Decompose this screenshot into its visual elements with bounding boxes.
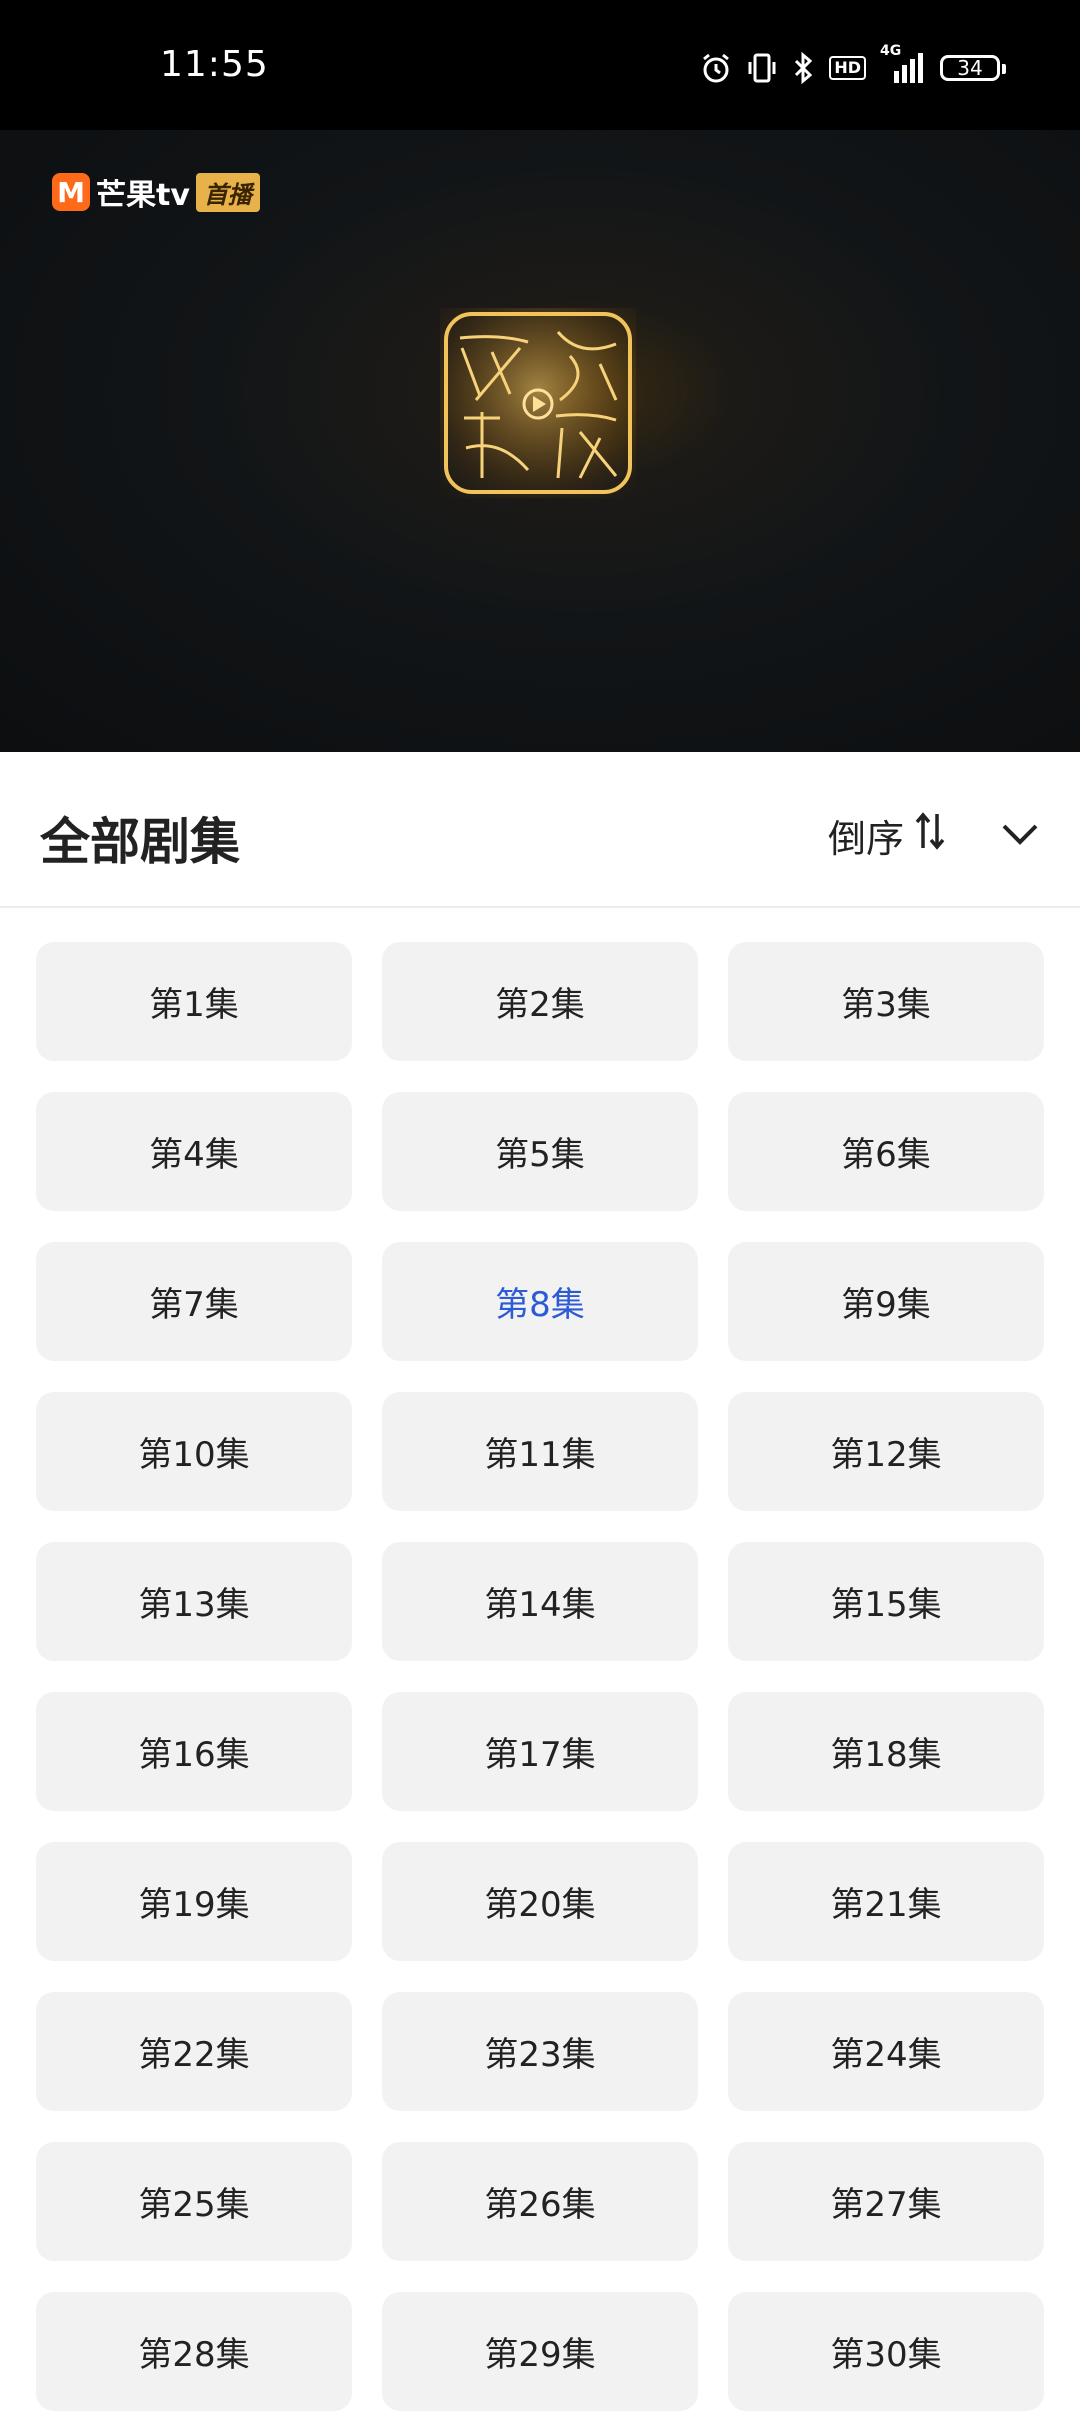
episode-button-active[interactable]: 第8集 (382, 1242, 698, 1361)
status-bar: 11:55 HD 4G 34 (0, 0, 1080, 130)
episode-button[interactable]: 第3集 (728, 942, 1044, 1061)
episode-button[interactable]: 第23集 (382, 1992, 698, 2111)
episode-button[interactable]: 第16集 (36, 1692, 352, 1811)
episode-button[interactable]: 第21集 (728, 1842, 1044, 1961)
episode-button[interactable]: 第9集 (728, 1242, 1044, 1361)
episode-button[interactable]: 第7集 (36, 1242, 352, 1361)
episode-button[interactable]: 第12集 (728, 1392, 1044, 1511)
episode-button[interactable]: 第30集 (728, 2292, 1044, 2411)
battery-icon: 34 (940, 55, 1006, 81)
episode-button[interactable]: 第26集 (382, 2142, 698, 2261)
sort-arrows-icon (914, 810, 946, 861)
sort-order-label: 倒序 (828, 817, 905, 861)
episode-button[interactable]: 第28集 (36, 2292, 352, 2411)
alarm-icon (699, 51, 733, 85)
mango-tv-logo: M 芒果tv 首播 (52, 170, 260, 214)
episode-button[interactable]: 第18集 (728, 1692, 1044, 1811)
status-time: 11:55 (160, 44, 269, 85)
episode-button[interactable]: 第1集 (36, 942, 352, 1061)
episode-grid: 第1集 第2集 第3集 第4集 第5集 第6集 第7集 第8集 第9集 第10集 第11集 第12集第… (36, 942, 1046, 2411)
episode-button[interactable]: 第27集 (728, 2142, 1044, 2261)
episode-button[interactable]: 第14集 (382, 1542, 698, 1661)
video-player[interactable]: M 芒果tv 首播 (0, 130, 1080, 752)
bluetooth-icon (791, 51, 815, 85)
episode-button[interactable]: 第2集 (382, 942, 698, 1061)
episode-button[interactable]: 第4集 (36, 1092, 352, 1211)
vibrate-icon (747, 51, 777, 85)
network-type-label: 4G (880, 43, 902, 59)
chevron-down-icon (1002, 824, 1038, 845)
episode-button[interactable]: 第20集 (382, 1842, 698, 1961)
episode-button[interactable]: 第5集 (382, 1092, 698, 1211)
episode-button[interactable]: 第13集 (36, 1542, 352, 1661)
episode-button[interactable]: 第11集 (382, 1392, 698, 1511)
episode-button[interactable]: 第25集 (36, 2142, 352, 2261)
signal-4g-icon: 4G (880, 43, 926, 85)
episode-button[interactable]: 第22集 (36, 1992, 352, 2111)
status-icons: HD 4G 34 (699, 43, 1006, 88)
battery-level: 34 (957, 56, 983, 80)
episodes-title: 全部剧集 (40, 813, 240, 871)
episode-button[interactable]: 第19集 (36, 1842, 352, 1961)
episode-button[interactable]: 第6集 (728, 1092, 1044, 1211)
episode-button[interactable]: 第15集 (728, 1542, 1044, 1661)
hd-icon: HD (829, 56, 866, 80)
brand-tag: 首播 (195, 172, 260, 212)
mango-tv-m-icon: M (52, 173, 90, 211)
episode-button[interactable]: 第10集 (36, 1392, 352, 1511)
brand-name: 芒果tv (96, 178, 190, 213)
episodes-header: 全部剧集 倒序 (0, 752, 1080, 908)
collapse-button[interactable] (996, 810, 1044, 858)
episode-button[interactable]: 第17集 (382, 1692, 698, 1811)
episode-button[interactable]: 第24集 (728, 1992, 1044, 2111)
sort-order-button[interactable]: 倒序 (828, 808, 946, 863)
episode-button[interactable]: 第29集 (382, 2292, 698, 2411)
network-video-seal-logo (400, 268, 676, 538)
